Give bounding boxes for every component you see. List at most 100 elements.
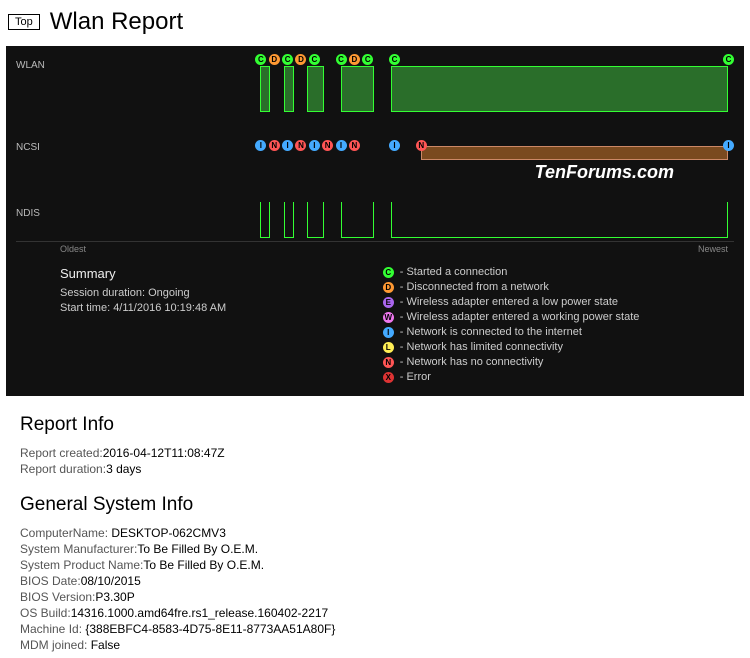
info-key: System Manufacturer: [20, 542, 137, 556]
info-value: 2016-04-12T11:08:47Z [103, 446, 225, 460]
info-row: System Product Name:To Be Filled By O.E.… [20, 558, 730, 572]
info-key: MDM joined: [20, 638, 91, 652]
legend-item: W - Wireless adapter entered a working po… [383, 311, 734, 323]
timeline-bar [307, 66, 324, 112]
info-key: Report duration: [20, 462, 106, 476]
report-info-section: Report Info Report created:2016-04-12T11… [0, 402, 750, 482]
legend-item: N - Network has no connectivity [383, 356, 734, 368]
event-dot-icon[interactable]: N [322, 140, 333, 151]
info-key: BIOS Date: [20, 574, 81, 588]
timeline-bar [341, 202, 374, 238]
event-dot-icon[interactable]: N [295, 140, 306, 151]
legend-text: - Network has no connectivity [400, 356, 544, 368]
event-dot-icon[interactable]: C [362, 54, 373, 65]
legend-item: D - Disconnected from a network [383, 281, 734, 293]
timeline-bar [391, 66, 728, 112]
info-row: Report duration:3 days [20, 462, 730, 476]
axis-newest: Newest [698, 244, 728, 254]
timeline-bar [307, 202, 324, 238]
event-dot-icon[interactable]: C [723, 54, 734, 65]
event-dot-icon[interactable]: I [255, 140, 266, 151]
timeline-bar [341, 66, 374, 112]
info-row: Machine Id: {388EBFC4-8583-4D75-8E11-877… [20, 622, 730, 636]
lane-wlan: CDCDCCDCCC [60, 56, 728, 112]
info-row: ComputerName: DESKTOP-062CMV3 [20, 526, 730, 540]
legend-dot-icon: N [383, 357, 394, 368]
event-dot-icon[interactable]: N [349, 140, 360, 151]
legend-item: X - Error [383, 371, 734, 383]
start-label: Start time: [60, 302, 113, 314]
info-value: To Be Filled By O.E.M. [143, 558, 264, 572]
timeline-bar [391, 202, 728, 238]
start-value: 4/11/2016 10:19:48 AM [113, 302, 226, 314]
lane-label-ncsi: NCSI [16, 142, 40, 153]
event-dot-icon[interactable]: D [269, 54, 280, 65]
info-row: MDM joined: False [20, 638, 730, 652]
info-key: Machine Id: [20, 622, 85, 636]
legend: C - Started a connection D - Disconnected f… [383, 266, 734, 386]
info-key: BIOS Version: [20, 590, 95, 604]
event-dot-icon[interactable]: C [389, 54, 400, 65]
info-key: System Product Name: [20, 558, 143, 572]
event-dot-icon[interactable]: C [255, 54, 266, 65]
info-row: System Manufacturer:To Be Filled By O.E.… [20, 542, 730, 556]
lane-ndis [60, 202, 728, 238]
legend-dot-icon: I [383, 327, 394, 338]
time-axis: Oldest Newest [16, 242, 734, 262]
event-dot-icon[interactable]: D [295, 54, 306, 65]
info-value: 3 days [106, 462, 141, 476]
legend-text: - Network is connected to the internet [400, 326, 582, 338]
event-dot-icon[interactable]: I [309, 140, 320, 151]
event-dot-icon[interactable]: C [309, 54, 320, 65]
event-dot-icon[interactable]: N [269, 140, 280, 151]
timeline-bar [284, 202, 294, 238]
legend-text: - Disconnected from a network [400, 281, 549, 293]
timeline-bar [260, 66, 270, 112]
event-dot-icon[interactable]: I [282, 140, 293, 151]
top-button[interactable]: Top [8, 14, 40, 30]
info-key: ComputerName: [20, 526, 111, 540]
event-dot-icon[interactable]: I [723, 140, 734, 151]
legend-text: - Started a connection [400, 266, 508, 278]
timeline-bar [284, 66, 294, 112]
info-value: {388EBFC4-8583-4D75-8E11-8773AA51A80F} [85, 622, 335, 636]
event-dot-icon[interactable]: C [282, 54, 293, 65]
legend-item: I - Network is connected to the internet [383, 326, 734, 338]
legend-dot-icon: W [383, 312, 394, 323]
timeline-bar [260, 202, 270, 238]
event-dot-icon[interactable]: N [416, 140, 427, 151]
info-key: Report created: [20, 446, 103, 460]
event-dot-icon[interactable]: C [336, 54, 347, 65]
legend-text: - Wireless adapter entered a low power s… [400, 296, 618, 308]
legend-text: - Network has limited connectivity [400, 341, 563, 353]
legend-dot-icon: L [383, 342, 394, 353]
legend-dot-icon: C [383, 267, 394, 278]
chart-area: WLAN NCSI NDIS CDCDCCDCCC INININININI Te… [16, 52, 734, 242]
legend-text: - Error [400, 371, 431, 383]
system-info-heading: General System Info [20, 494, 730, 516]
lane-label-ndis: NDIS [16, 208, 40, 219]
legend-item: C - Started a connection [383, 266, 734, 278]
legend-dot-icon: E [383, 297, 394, 308]
session-value: Ongoing [148, 287, 190, 299]
legend-item: L - Network has limited connectivity [383, 341, 734, 353]
report-info-heading: Report Info [20, 414, 730, 436]
system-info-section: General System Info ComputerName: DESKTO… [0, 482, 750, 658]
summary-heading: Summary [60, 266, 353, 281]
session-label: Session duration: [60, 287, 148, 299]
info-value: P3.30P [95, 590, 134, 604]
legend-dot-icon: D [383, 282, 394, 293]
event-dot-icon[interactable]: I [389, 140, 400, 151]
info-value: False [91, 638, 120, 652]
info-value: 14316.1000.amd64fre.rs1_release.160402-2… [71, 606, 329, 620]
event-dot-icon[interactable]: D [349, 54, 360, 65]
info-value: DESKTOP-062CMV3 [111, 526, 226, 540]
event-dot-icon[interactable]: I [336, 140, 347, 151]
info-value: To Be Filled By O.E.M. [137, 542, 258, 556]
timeline-chart: WLAN NCSI NDIS CDCDCCDCCC INININININI Te… [6, 46, 744, 396]
legend-dot-icon: X [383, 372, 394, 383]
legend-text: - Wireless adapter entered a working pow… [400, 311, 640, 323]
axis-oldest: Oldest [60, 244, 86, 254]
timeline-bar [421, 146, 728, 160]
legend-item: E - Wireless adapter entered a low power … [383, 296, 734, 308]
